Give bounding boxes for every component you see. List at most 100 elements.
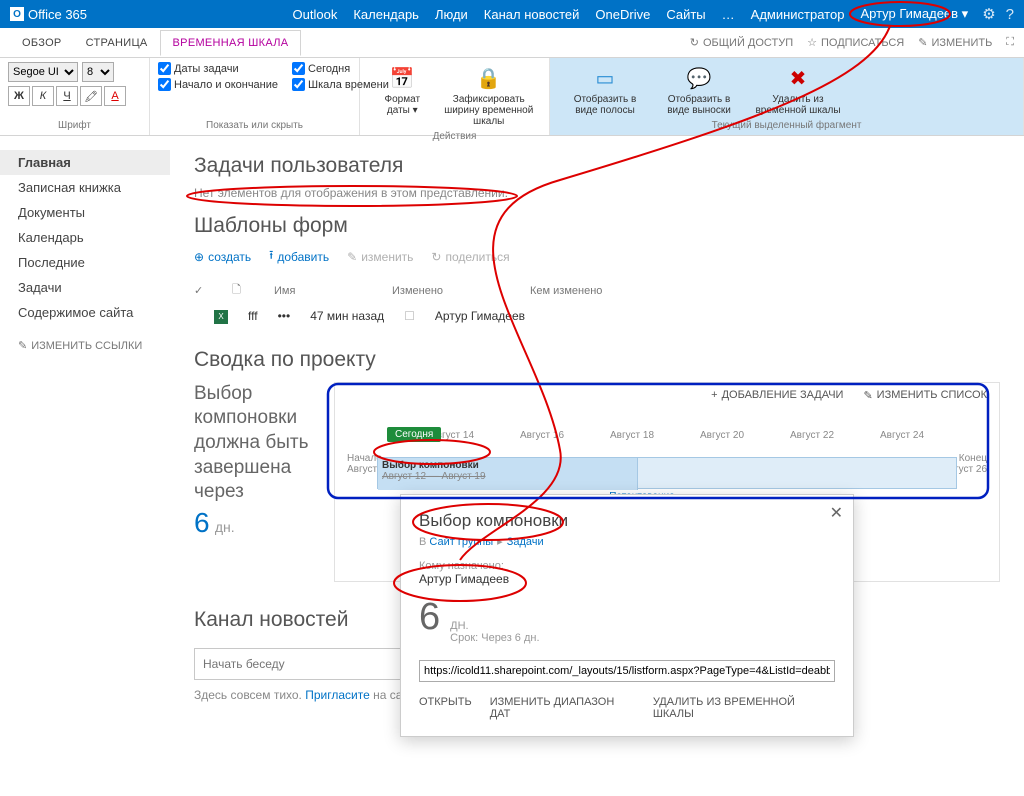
timeline[interactable]: Сегодня Август 14Август 16Август 18Авгус… — [347, 430, 987, 503]
col-check[interactable]: ✓ — [194, 284, 212, 297]
sidebar-item-tasks[interactable]: Задачи — [18, 275, 170, 300]
nav-more[interactable]: … — [722, 7, 735, 22]
popup-actions: ОТКРЫТЬ ИЗМЕНИТЬ ДИАПАЗОН ДАТ УДАЛИТЬ ИЗ… — [419, 696, 835, 720]
col-modifiedby[interactable]: Кем изменено — [530, 285, 602, 297]
gear-icon[interactable]: ⚙ — [982, 5, 995, 23]
popup-remove-button[interactable]: УДАЛИТЬ ИЗ ВРЕМЕННОЙ ШКАЛЫ — [653, 696, 835, 720]
brand-logo[interactable]: O Office 365 — [10, 7, 87, 22]
crumb-tasks[interactable]: Задачи — [507, 536, 544, 548]
sidebar-item-notebook[interactable]: Записная книжка — [18, 175, 170, 200]
ribbon-tabs: ОБЗОР СТРАНИЦА ВРЕМЕННАЯ ШКАЛА ↻ОБЩИЙ ДО… — [0, 28, 1024, 58]
row-menu-button[interactable]: ••• — [278, 309, 291, 323]
task-bar-1[interactable]: Выбор компоновки Август 12 — Август 19 — [378, 458, 638, 490]
project-summary-text: Выборкомпоновкидолжна бытьзавершеначерез… — [194, 382, 314, 582]
col-type-icon: 🗋 — [232, 281, 254, 300]
fullscreen-button[interactable]: ⛶ — [1006, 36, 1014, 49]
user-menu[interactable]: Артур Гимадеев ▾ — [860, 6, 968, 22]
pencil-icon: ✎ — [347, 250, 357, 264]
display-callout-button[interactable]: 💬Отобразить в виде выноски — [652, 62, 746, 118]
invite-link[interactable]: Пригласите — [305, 688, 370, 702]
office-icon: O — [10, 7, 24, 21]
share-button[interactable]: ↻ОБЩИЙ ДОСТУП — [690, 36, 793, 49]
nav-people[interactable]: Люди — [435, 7, 468, 22]
assigned-label: Кому назначено: — [419, 560, 835, 572]
task-url-field[interactable] — [419, 660, 835, 682]
pencil-icon: ✎ — [18, 339, 27, 352]
sidebar-item-sitecontent[interactable]: Содержимое сайта — [18, 300, 170, 325]
section-user-tasks-title: Задачи пользователя — [194, 154, 1000, 178]
edit-list-button[interactable]: ✎ ИЗМЕНИТЬ СПИСОК — [863, 389, 987, 402]
nav-newsfeed[interactable]: Канал новостей — [484, 7, 580, 22]
brand-text: Office 365 — [28, 7, 87, 22]
callout-icon: 💬 — [684, 64, 714, 92]
col-modified[interactable]: Изменено — [392, 285, 474, 297]
empty-message: Нет элементов для отображения в этом пре… — [194, 186, 1000, 200]
sidebar-item-recent[interactable]: Последние — [18, 250, 170, 275]
sidebar-item-home[interactable]: Главная — [0, 150, 170, 175]
star-icon: ☆ — [807, 36, 817, 49]
close-button[interactable]: ✕ — [830, 503, 843, 523]
popup-open-button[interactable]: ОТКРЫТЬ — [419, 696, 472, 720]
tab-page[interactable]: СТРАНИЦА — [74, 31, 160, 55]
chk-dates[interactable]: Даты задачи — [158, 62, 278, 75]
nav-admin[interactable]: Администратор — [751, 7, 845, 22]
highlight-button[interactable]: 🖍 — [80, 86, 102, 106]
popup-due: Срок: Через 6 дн. — [450, 632, 539, 644]
nav-calendar[interactable]: Календарь — [353, 7, 419, 22]
calendar-icon: 📅 — [387, 64, 417, 92]
popup-title: Выбор компоновки — [419, 511, 835, 531]
timeline-dates: Август 14Август 16Август 18Август 20Авгу… — [407, 430, 947, 441]
fontsize-select[interactable]: 8 — [82, 62, 114, 82]
lock-icon: 🔒 — [474, 64, 504, 92]
cell-modifiedby[interactable]: Артур Гимадеев — [435, 309, 525, 323]
section-project-title: Сводка по проекту — [194, 348, 1000, 372]
page-actions: ↻ОБЩИЙ ДОСТУП ☆ПОДПИСАТЬСЯ ✎ИЗМЕНИТЬ ⛶ — [690, 36, 1014, 49]
crumb-site[interactable]: Сайт группы — [429, 536, 493, 548]
fullscreen-icon: ⛶ — [1006, 36, 1014, 49]
sidebar-item-documents[interactable]: Документы — [18, 200, 170, 225]
follow-button[interactable]: ☆ПОДПИСАТЬСЯ — [807, 36, 904, 49]
underline-button[interactable]: Ч — [56, 86, 78, 106]
group-show-label: Показать или скрыть — [158, 120, 351, 131]
tab-overview[interactable]: ОБЗОР — [10, 31, 74, 55]
popup-editrange-button[interactable]: ИЗМЕНИТЬ ДИАПАЗОН ДАТ — [490, 696, 635, 720]
dateformat-button[interactable]: 📅Формат даты ▾ — [368, 62, 437, 129]
section-form-templates-title: Шаблоны форм — [194, 214, 1000, 238]
task-popup: ✕ Выбор компоновки В Сайт группы▸Задачи … — [400, 494, 854, 737]
bold-button[interactable]: Ж — [8, 86, 30, 106]
col-name[interactable]: Имя — [274, 285, 334, 297]
tab-timeline[interactable]: ВРЕМЕННАЯ ШКАЛА — [160, 30, 302, 56]
remove-ts-button[interactable]: ✖Удалить из временной шкалы — [746, 62, 850, 118]
suite-icons: ⚙ ? — [982, 5, 1014, 23]
chk-startend[interactable]: Начало и окончание — [158, 78, 278, 91]
table-header: ✓ 🗋 Имя Изменено Кем изменено — [194, 277, 1000, 304]
help-icon[interactable]: ? — [1006, 6, 1014, 23]
days-count: 6 — [194, 507, 210, 538]
share-item-button[interactable]: ↻поделиться — [431, 250, 509, 264]
edit-button[interactable]: ✎ИЗМЕНИТЬ — [918, 36, 992, 49]
timeline-bar[interactable]: Выбор компоновки Август 12 — Август 19 П… — [377, 457, 957, 489]
list-toolbar: ⊕создать ⭱добавить ✎изменить ↻поделиться — [194, 246, 1000, 267]
table-row[interactable]: X fff ••• 47 мин назад ☐ Артур Гимадеев — [194, 304, 1000, 328]
font-select[interactable]: Segoe UI — [8, 62, 78, 82]
today-marker: Сегодня — [387, 427, 441, 442]
nav-sites[interactable]: Сайты — [666, 7, 705, 22]
fontcolor-button[interactable]: А — [104, 86, 126, 106]
suite-nav: Outlook Календарь Люди Канал новостей On… — [293, 6, 969, 22]
edit-item-button[interactable]: ✎изменить — [347, 250, 413, 264]
cell-name[interactable]: fff — [248, 309, 258, 323]
sidebar-item-calendar[interactable]: Календарь — [18, 225, 170, 250]
nav-onedrive[interactable]: OneDrive — [595, 7, 650, 22]
edit-links-button[interactable]: ✎ИЗМЕНИТЬ ССЫЛКИ — [18, 339, 170, 352]
nav-outlook[interactable]: Outlook — [293, 7, 338, 22]
display-bar-button[interactable]: ▭Отобразить в виде полосы — [558, 62, 652, 118]
italic-button[interactable]: К — [32, 86, 54, 106]
group-selection-label: Текущий выделенный фрагмент — [558, 120, 1015, 131]
create-button[interactable]: ⊕создать — [194, 250, 251, 264]
lockwidth-button[interactable]: 🔒Зафиксировать ширину временной шкалы — [437, 62, 541, 129]
quick-launch: Главная Записная книжка Документы Календ… — [0, 136, 170, 796]
add-task-button[interactable]: + ДОБАВЛЕНИЕ ЗАДАЧИ — [711, 389, 843, 402]
suite-bar: O Office 365 Outlook Календарь Люди Кана… — [0, 0, 1024, 28]
add-button[interactable]: ⭱добавить — [269, 246, 329, 267]
assigned-value: Артур Гимадеев — [419, 572, 835, 586]
